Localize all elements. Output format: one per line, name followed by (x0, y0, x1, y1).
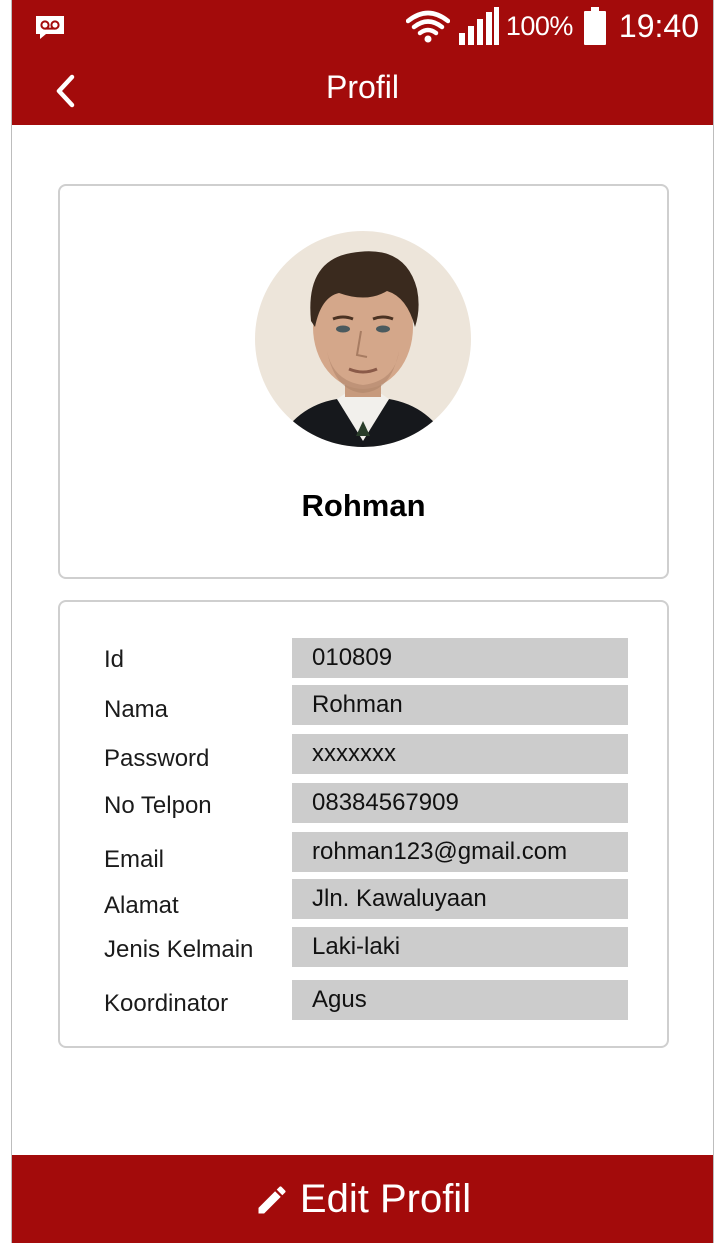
field-password: xxxxxxx (292, 734, 628, 774)
label-password: Password (104, 745, 210, 772)
edit-profile-label: Edit Profil (299, 1176, 472, 1221)
edit-profile-button[interactable]: Edit Profil (12, 1155, 713, 1243)
profile-details-card: Id 010809 Nama Rohman Password xxxxxxx N… (58, 600, 669, 1048)
voicemail-icon (36, 16, 64, 39)
field-alamat: Jln. Kawaluyaan (292, 879, 628, 919)
profile-card: Rohman (58, 184, 669, 579)
field-nama: Rohman (292, 685, 628, 725)
field-no-telpon: 08384567909 (292, 783, 628, 823)
label-alamat: Alamat (104, 892, 179, 919)
app-bar: Profil (12, 55, 713, 125)
app-screen: 100% 19:40 Profil Rohman Id 010809 Nama … (11, 0, 714, 1243)
field-koordinator: Agus (292, 980, 628, 1020)
label-koordinator: Koordinator (104, 990, 229, 1017)
label-id: Id (104, 646, 125, 673)
label-no-telpon: No Telpon (104, 792, 212, 819)
battery-icon (583, 7, 606, 45)
field-jenis-kelamin: Laki-laki (292, 927, 628, 967)
field-email: rohman123@gmail.com (292, 832, 628, 872)
label-jenis-kelamin: Jenis Kelmain (104, 936, 254, 963)
signal-icon (458, 7, 499, 45)
field-id: 010809 (292, 638, 628, 678)
battery-percentage: 100% (505, 10, 574, 41)
pencil-icon (258, 1186, 286, 1214)
wifi-icon (405, 10, 450, 43)
profile-photo (255, 231, 471, 447)
label-email: Email (104, 846, 165, 873)
profile-name: Rohman (301, 488, 426, 523)
status-bar: 100% 19:40 (12, 0, 713, 55)
clock: 19:40 (618, 7, 699, 44)
label-nama: Nama (104, 696, 169, 723)
page-title: Profil (326, 69, 399, 105)
avatar (255, 231, 471, 447)
status-icons: 100% 19:40 (405, 6, 699, 46)
